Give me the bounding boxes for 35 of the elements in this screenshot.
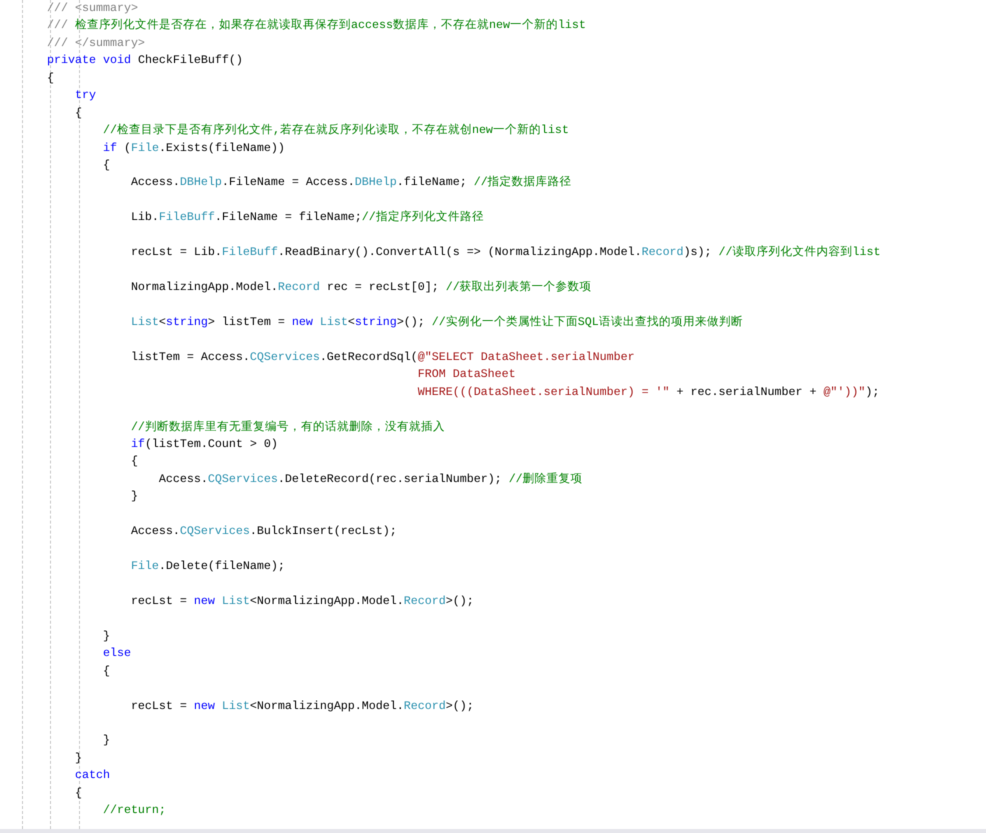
code-line: List<string> listTem = new List<string>(); //实例化一个类属性让下面SQL语读出查找的项用来做判断 bbox=[130, 314, 744, 331]
code-line: { bbox=[74, 104, 83, 122]
code-line: try bbox=[74, 87, 97, 104]
code-line: WHERE(((DataSheet.serialNumber) = '" + rec.serialNumber + @"'))"); bbox=[416, 384, 880, 401]
code-line: { bbox=[102, 156, 111, 174]
code-line: { bbox=[102, 662, 111, 680]
code-line: Lib.FileBuff.FileName = fileName;//指定序列化文件路径 bbox=[130, 209, 485, 226]
code-line: } bbox=[130, 488, 139, 506]
code-line: } bbox=[102, 732, 111, 750]
code-line: { bbox=[74, 784, 83, 802]
code-line: } bbox=[74, 750, 83, 767]
code-line: recLst = Lib.FileBuff.ReadBinary().ConvertAll(s => (NormalizingApp.Model.Record)s); //读取序列化文件内容到list bbox=[130, 244, 882, 262]
code-line: //return; bbox=[102, 802, 167, 820]
code-line: File.Delete(fileName); bbox=[130, 558, 286, 575]
code-line: recLst = new List<NormalizingApp.Model.Record>(); bbox=[130, 698, 475, 714]
code-line: Access.CQServices.BulckInsert(recLst); bbox=[130, 523, 398, 540]
code-line: if(listTem.Count > 0) bbox=[130, 436, 279, 453]
code-line: { bbox=[130, 453, 139, 470]
code-line: { bbox=[47, 70, 55, 87]
code-line: recLst = new List<NormalizingApp.Model.Record>(); bbox=[130, 592, 475, 610]
code-line: NormalizingApp.Model.Record rec = recLst[0]; //获取出列表第一个参数项 bbox=[130, 279, 593, 296]
code-line: /// <summary> bbox=[47, 0, 139, 17]
code-line: Access.DBHelp.FileName = Access.DBHelp.fileName; //指定数据库路径 bbox=[130, 174, 573, 192]
code-line: else bbox=[102, 645, 132, 662]
code-line: listTem = Access.CQServices.GetRecordSql(@"SELECT DataSheet.serialNumber bbox=[130, 348, 636, 366]
code-line: private void CheckFileBuff() bbox=[47, 52, 244, 70]
code-line: /// </summary> bbox=[47, 34, 146, 52]
code-line: //判断数据库里有无重复编号，有的话就删除，没有就插入 bbox=[130, 418, 446, 436]
code-line: //检查目录下是否有序列化文件,若存在就反序列化读取，不存在就创new一个新的list bbox=[102, 122, 570, 140]
code-line: catch bbox=[74, 767, 111, 784]
code-line: Access.CQServices.DeleteRecord(rec.serialNumber); //删除重复项 bbox=[158, 470, 584, 488]
code-line: /// 检查序列化文件是否存在，如果存在就读取再保存到access数据库，不存在就new一个新的list bbox=[47, 17, 587, 34]
code-line: } bbox=[102, 628, 111, 645]
code-line: FROM DataSheet bbox=[416, 366, 517, 384]
code-line: if (File.Exists(fileName)) bbox=[102, 140, 286, 156]
